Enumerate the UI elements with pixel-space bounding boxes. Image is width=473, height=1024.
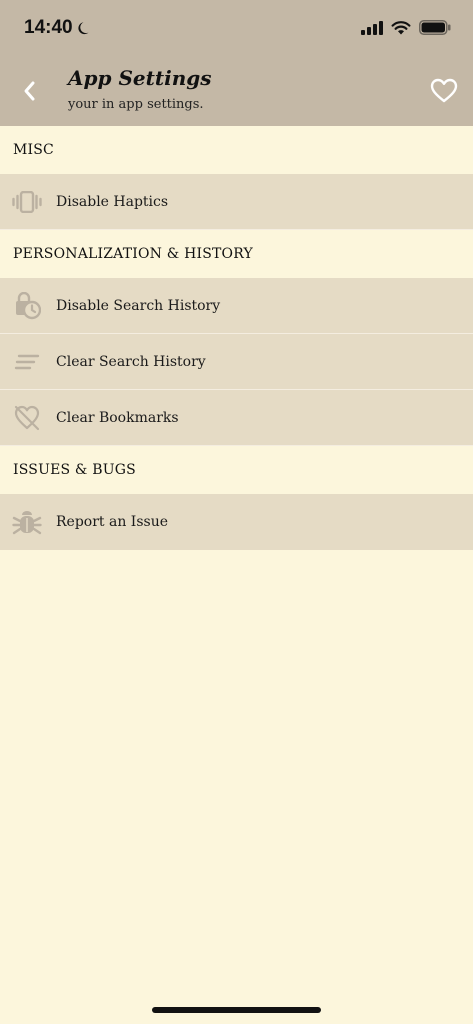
wifi-icon xyxy=(391,20,411,34)
clear-search-history-label: Clear Search History xyxy=(56,353,206,370)
top-bar: 14:40 App Settings your in app settings. xyxy=(0,0,473,126)
vibration-icon xyxy=(12,187,42,217)
section-header-issues: ISSUES & BUGS xyxy=(0,446,473,494)
home-indicator[interactable] xyxy=(152,1007,321,1013)
clear-search-history-row[interactable]: Clear Search History xyxy=(0,334,473,390)
status-time: 14:40 xyxy=(24,17,93,39)
section-header-personalization: PERSONALIZATION & HISTORY xyxy=(0,230,473,278)
status-icons xyxy=(361,20,451,35)
clear-bookmarks-label: Clear Bookmarks xyxy=(56,409,179,426)
report-issue-row[interactable]: Report an Issue xyxy=(0,494,473,550)
moon-icon xyxy=(77,22,89,35)
report-issue-label: Report an Issue xyxy=(56,514,168,530)
signal-icon xyxy=(361,20,383,35)
clear-lines-icon xyxy=(12,347,42,377)
battery-icon xyxy=(419,20,451,35)
disable-haptics-row[interactable]: Disable Haptics xyxy=(0,174,473,230)
disable-search-history-row[interactable]: Disable Search History xyxy=(0,278,473,334)
section-header-misc: MISC xyxy=(0,126,473,174)
status-bar: 14:40 xyxy=(0,0,473,56)
clear-bookmarks-row[interactable]: Clear Bookmarks xyxy=(0,390,473,446)
heart-off-icon xyxy=(12,403,42,433)
heart-icon xyxy=(430,78,458,103)
status-time-label: 14:40 xyxy=(24,17,73,38)
chevron-left-icon xyxy=(24,81,35,101)
page-subtitle: your in app settings. xyxy=(68,97,204,112)
settings-list: MISC Disable Haptics PERSONALIZATION & H… xyxy=(0,126,473,550)
page-title: App Settings xyxy=(68,66,212,90)
disable-search-history-label: Disable Search History xyxy=(56,297,221,314)
favorite-button[interactable] xyxy=(429,76,459,106)
history-lock-icon xyxy=(12,291,42,321)
disable-haptics-label: Disable Haptics xyxy=(56,193,169,210)
back-button[interactable] xyxy=(14,76,44,106)
bug-icon xyxy=(12,507,42,537)
